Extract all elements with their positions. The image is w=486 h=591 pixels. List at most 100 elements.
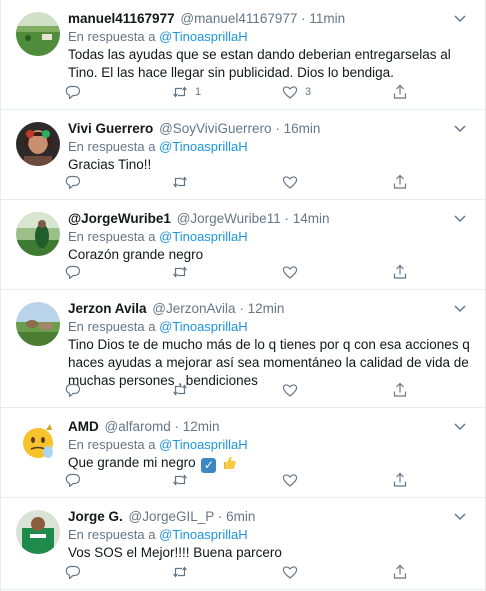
- timestamp[interactable]: 11min: [309, 11, 345, 26]
- reply-context: En respuesta a @TinoasprillaH: [68, 318, 248, 335]
- user-handle[interactable]: @JorgeGIL_P: [129, 509, 215, 524]
- chevron-down-icon[interactable]: [451, 507, 469, 525]
- avatar[interactable]: [16, 420, 60, 464]
- display-name[interactable]: Jerzon Avila: [68, 301, 147, 316]
- retweet-icon: [172, 264, 188, 280]
- retweet-icon: [172, 84, 188, 100]
- user-handle[interactable]: @manuel41167977: [180, 11, 297, 26]
- retweet-count: 1: [195, 86, 202, 98]
- user-handle[interactable]: @JorgeWuribe11: [177, 211, 281, 226]
- share-button[interactable]: [392, 469, 408, 491]
- share-icon: [392, 174, 408, 190]
- display-name[interactable]: Jorge G.: [68, 509, 123, 524]
- mention-link[interactable]: @TinoasprillaH: [159, 527, 248, 542]
- avatar[interactable]: [16, 302, 60, 346]
- heart-icon: [282, 84, 298, 100]
- tweet[interactable]: manuel41167977 @manuel41167977 · 11min E…: [1, 0, 485, 110]
- timestamp[interactable]: 14min: [293, 211, 330, 226]
- avatar[interactable]: [16, 212, 60, 256]
- like-button[interactable]: 3: [282, 81, 311, 103]
- chevron-down-icon[interactable]: [451, 299, 469, 317]
- tweet-header: Jerzon Avila @JerzonAvila · 12min: [68, 300, 469, 318]
- reply-prefix: En respuesta a: [68, 319, 156, 334]
- retweet-button[interactable]: [172, 171, 188, 193]
- reply-button[interactable]: [65, 561, 81, 583]
- timestamp[interactable]: 16min: [284, 121, 321, 136]
- tweet-header: Jorge G. @JorgeGIL_P · 6min: [68, 508, 469, 526]
- user-handle[interactable]: @alfaromd: [105, 419, 171, 434]
- tweet[interactable]: AMD @alfaromd · 12min En respuesta a @Ti…: [1, 408, 485, 498]
- reply-icon: [65, 264, 81, 280]
- chevron-down-icon[interactable]: [451, 9, 469, 27]
- tweet[interactable]: @JorgeWuribe1 @JorgeWuribe11 · 14min En …: [1, 200, 485, 290]
- mention-link[interactable]: @TinoasprillaH: [159, 229, 248, 244]
- share-button[interactable]: [392, 261, 408, 283]
- tweet[interactable]: Vivi Guerrero @SoyViviGuerrero · 16min E…: [1, 110, 485, 200]
- share-button[interactable]: [392, 561, 408, 583]
- chevron-down-icon[interactable]: [451, 417, 469, 435]
- reply-context: En respuesta a @TinoasprillaH: [68, 526, 248, 543]
- like-button[interactable]: [282, 561, 298, 583]
- mention-link[interactable]: @TinoasprillaH: [159, 29, 248, 44]
- retweet-button[interactable]: [172, 261, 188, 283]
- user-handle[interactable]: @SoyViviGuerrero: [159, 121, 272, 136]
- reply-prefix: En respuesta a: [68, 527, 156, 542]
- reply-icon: [65, 382, 81, 398]
- heart-icon: [282, 472, 298, 488]
- timestamp[interactable]: 12min: [183, 419, 220, 434]
- tweet-header: AMD @alfaromd · 12min: [68, 418, 469, 436]
- reply-icon: [65, 564, 81, 580]
- share-icon: [392, 382, 408, 398]
- display-name[interactable]: Vivi Guerrero: [68, 121, 153, 136]
- reply-prefix: En respuesta a: [68, 139, 156, 154]
- display-name[interactable]: AMD: [68, 419, 99, 434]
- timestamp[interactable]: 12min: [248, 301, 285, 316]
- display-name[interactable]: @JorgeWuribe1: [68, 211, 171, 226]
- retweet-button[interactable]: 1: [172, 81, 201, 103]
- user-handle[interactable]: @JerzonAvila: [152, 301, 235, 316]
- heart-icon: [282, 382, 298, 398]
- reply-button[interactable]: [65, 379, 81, 401]
- like-button[interactable]: [282, 469, 298, 491]
- share-button[interactable]: [392, 81, 408, 103]
- avatar[interactable]: [16, 12, 60, 56]
- share-icon: [392, 264, 408, 280]
- tweet[interactable]: Jerzon Avila @JerzonAvila · 12min En res…: [1, 290, 485, 408]
- like-button[interactable]: [282, 171, 298, 193]
- mention-link[interactable]: @TinoasprillaH: [159, 139, 248, 154]
- like-button[interactable]: [282, 261, 298, 283]
- tweet-actions: [61, 469, 421, 491]
- mention-link[interactable]: @TinoasprillaH: [159, 319, 248, 334]
- avatar[interactable]: [16, 510, 60, 554]
- retweet-button[interactable]: [172, 469, 188, 491]
- retweet-button[interactable]: [172, 379, 188, 401]
- reply-context: En respuesta a @TinoasprillaH: [68, 28, 248, 45]
- reply-button[interactable]: [65, 81, 81, 103]
- reply-button[interactable]: [65, 469, 81, 491]
- heart-icon: [282, 564, 298, 580]
- reply-button[interactable]: [65, 171, 81, 193]
- share-button[interactable]: [392, 171, 408, 193]
- like-button[interactable]: [282, 379, 298, 401]
- share-icon: [392, 84, 408, 100]
- chevron-down-icon[interactable]: [451, 119, 469, 137]
- tweet-header: @JorgeWuribe1 @JorgeWuribe11 · 14min: [68, 210, 469, 228]
- tweet[interactable]: Jorge G. @JorgeGIL_P · 6min En respuesta…: [1, 498, 485, 590]
- display-name[interactable]: manuel41167977: [68, 11, 175, 26]
- tweet-actions: [61, 561, 421, 583]
- reply-context: En respuesta a @TinoasprillaH: [68, 436, 248, 453]
- timestamp[interactable]: 6min: [226, 509, 255, 524]
- mention-link[interactable]: @TinoasprillaH: [159, 437, 248, 452]
- chevron-down-icon[interactable]: [451, 209, 469, 227]
- share-icon: [392, 472, 408, 488]
- reply-button[interactable]: [65, 261, 81, 283]
- share-button[interactable]: [392, 379, 408, 401]
- tweet-text: Todas las ayudas que se estan dando debe…: [68, 47, 451, 80]
- retweet-button[interactable]: [172, 561, 188, 583]
- tweet-actions: [61, 171, 421, 193]
- tweet-actions: [61, 379, 421, 401]
- avatar[interactable]: [16, 122, 60, 166]
- tweet-actions: [61, 261, 421, 283]
- reply-prefix: En respuesta a: [68, 29, 156, 44]
- tweet-text: Que grande mi negro: [68, 455, 196, 470]
